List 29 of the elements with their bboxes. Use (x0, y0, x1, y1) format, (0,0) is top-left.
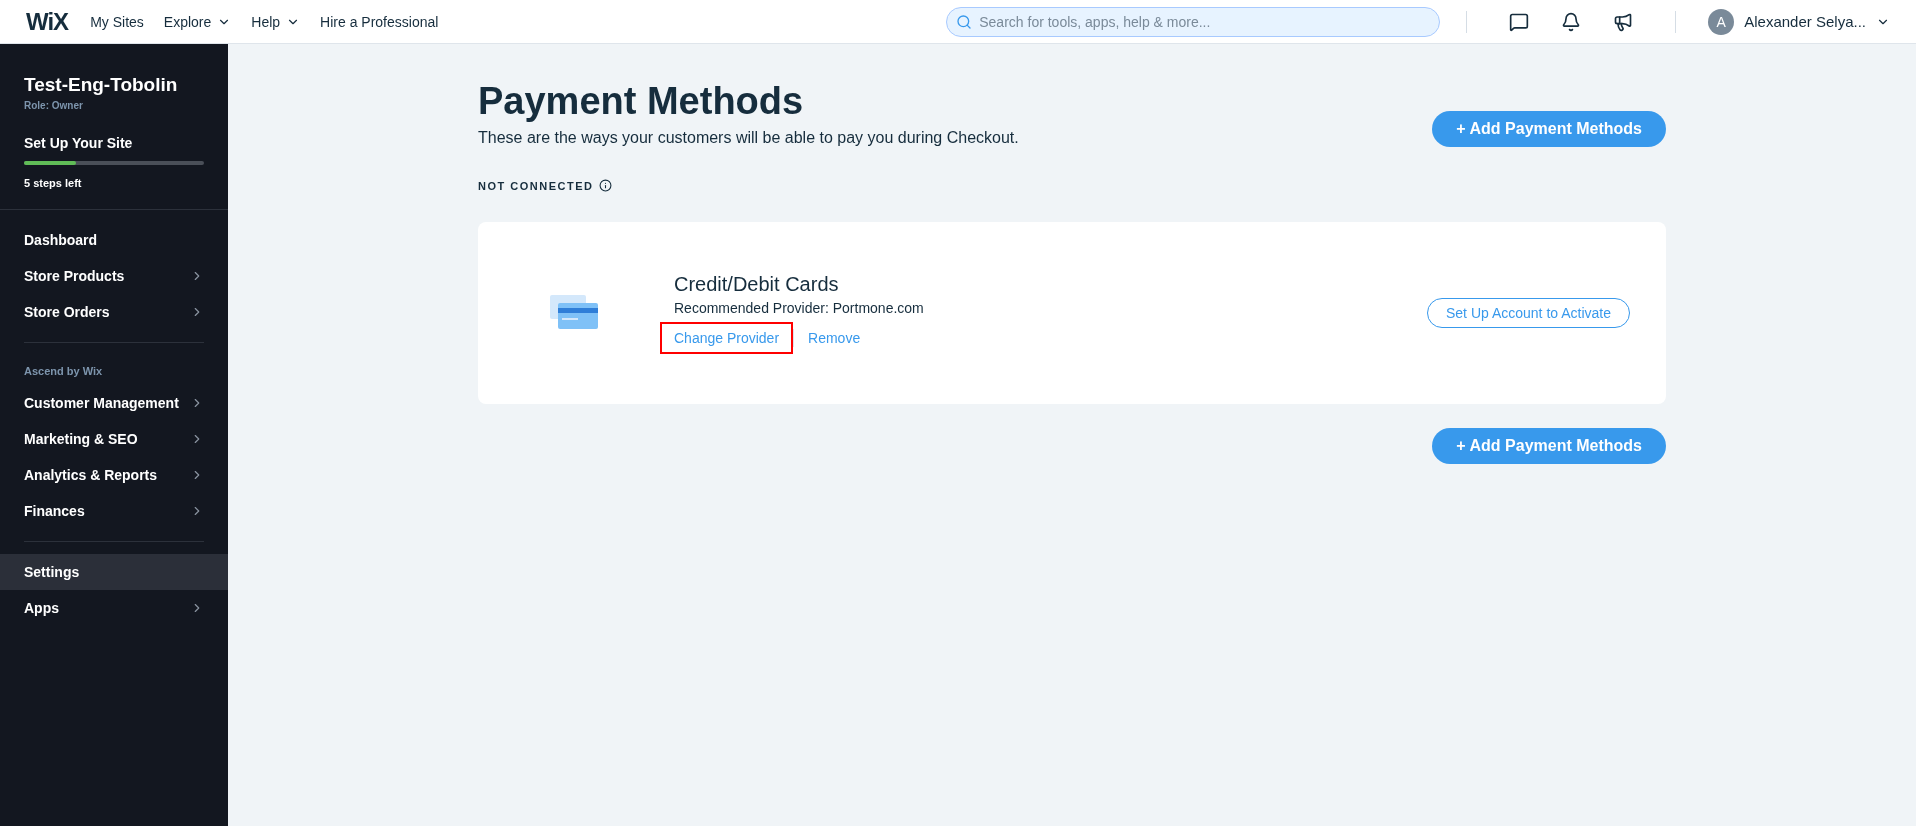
page-subtitle: These are the ways your customers will be able to pay you during Checkout. (478, 129, 1019, 147)
section-heading: NOT CONNECTED (478, 179, 594, 192)
sidebar-item[interactable]: Analytics & Reports (0, 457, 228, 493)
page-title: Payment Methods (478, 80, 805, 123)
sidebar-item[interactable]: Store Orders (0, 294, 228, 330)
role-label: Role: Owner (24, 100, 84, 111)
search-icon (956, 13, 973, 30)
wix-logo[interactable]: WiX (26, 7, 69, 36)
steps-left: 5 steps left (24, 177, 83, 189)
provider-text: Recommended Provider: Portmone.com (674, 299, 925, 316)
site-name: Test-Eng-Tobolin (24, 74, 179, 96)
avatar: A (1708, 8, 1735, 35)
nav-link[interactable]: Hire a Professional (320, 13, 439, 30)
setup-title[interactable]: Set Up Your Site (24, 135, 204, 151)
user-menu[interactable]: A Alexander Selya... (1702, 7, 1896, 36)
sidebar-item[interactable]: Customer Management (0, 385, 228, 421)
nav-link[interactable]: Help (251, 13, 301, 30)
sidebar-item[interactable]: Store Products (0, 258, 228, 294)
sidebar-item[interactable]: Marketing & SEO (0, 421, 228, 457)
group-heading: Ascend by Wix (24, 364, 104, 379)
search-field[interactable]: Search for tools, apps, help & more... (946, 6, 1441, 37)
sidebar-item[interactable]: Dashboard (0, 222, 228, 258)
sidebar-item[interactable]: Settings (0, 554, 228, 590)
method-name: Credit/Debit Cards (674, 272, 840, 296)
sidebar-item[interactable]: Apps (0, 590, 228, 626)
nav-link[interactable]: My Sites (90, 13, 144, 30)
sidebar-item[interactable]: Finances (0, 493, 228, 529)
info-icon[interactable] (599, 179, 613, 192)
nav-link[interactable]: Explore (163, 13, 232, 30)
